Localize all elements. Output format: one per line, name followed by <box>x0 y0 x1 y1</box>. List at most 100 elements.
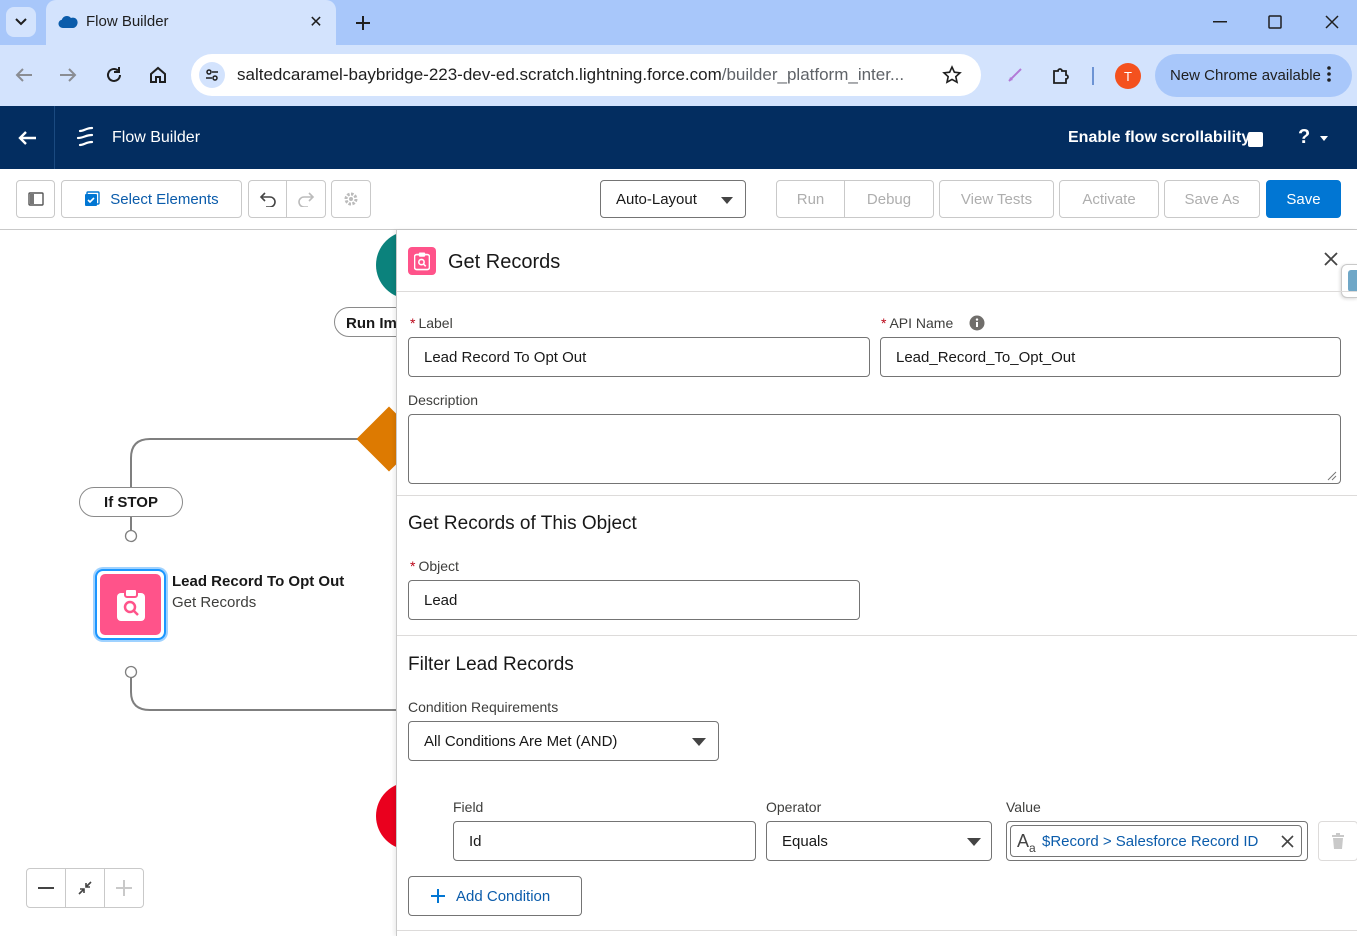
condition-operator-select[interactable]: Equals <box>766 821 992 861</box>
tab-search-button[interactable] <box>6 7 36 37</box>
arrow-left-icon <box>18 131 36 145</box>
run-immediately-pill[interactable]: Run Im <box>334 307 397 337</box>
address-bar[interactable]: saltedcaramel-baybridge-223-dev-ed.scrat… <box>191 54 981 96</box>
value-column-label: Value <box>1006 799 1041 815</box>
layout-select[interactable]: Auto-Layout <box>600 180 746 218</box>
update-label: New Chrome available <box>1170 67 1321 84</box>
close-window-button[interactable] <box>1318 8 1346 36</box>
connector-node[interactable] <box>124 529 138 543</box>
forward-button[interactable] <box>53 60 83 90</box>
minimize-window-button[interactable] <box>1206 8 1234 36</box>
zoom-in-button[interactable] <box>104 868 144 908</box>
contract-icon <box>78 881 92 895</box>
new-tab-button[interactable] <box>350 10 376 36</box>
api-name-label: * API Name <box>881 315 954 331</box>
object-label-text: Object <box>418 558 459 574</box>
save-as-button[interactable]: Save As <box>1164 180 1260 218</box>
toggle-toolbox-button[interactable] <box>16 180 55 218</box>
remove-value-icon[interactable] <box>1281 835 1294 848</box>
end-element-icon[interactable] <box>376 782 397 850</box>
back-to-setup-button[interactable] <box>12 124 42 152</box>
fit-view-button[interactable] <box>65 868 105 908</box>
svg-text:a: a <box>1029 841 1036 854</box>
divider <box>397 291 1357 292</box>
flow-canvas[interactable]: Run Im If STOP Lead Record To Opt Out Ge… <box>0 230 397 936</box>
save-button[interactable]: Save <box>1266 180 1341 218</box>
side-dock-tab[interactable] <box>1341 264 1357 298</box>
home-icon <box>150 66 166 83</box>
arrow-left-icon <box>15 68 32 82</box>
undo-button[interactable] <box>248 180 287 218</box>
url-text: saltedcaramel-baybridge-223-dev-ed.scrat… <box>237 65 937 85</box>
api-name-input-value: Lead_Record_To_Opt_Out <box>896 348 1076 366</box>
settings-button[interactable] <box>331 180 371 218</box>
run-button[interactable]: Run <box>776 180 845 218</box>
divider <box>397 495 1357 496</box>
condition-requirements-label: Condition Requirements <box>408 699 559 715</box>
connector-node[interactable] <box>124 665 138 679</box>
chevron-down-icon <box>967 838 981 846</box>
zoom-out-button[interactable] <box>26 868 66 908</box>
description-textarea[interactable] <box>408 414 1341 484</box>
gear-icon <box>344 192 358 206</box>
view-tests-label: View Tests <box>960 190 1033 208</box>
branch-label-pill[interactable]: If STOP <box>79 487 183 517</box>
object-input-value: Lead <box>424 591 458 609</box>
back-button[interactable] <box>9 60 39 90</box>
condition-field-input[interactable]: Id <box>453 821 756 861</box>
minimize-icon <box>1213 21 1227 23</box>
object-label: * Object <box>410 558 459 574</box>
help-button[interactable]: ? <box>1298 126 1310 149</box>
extension-pen-icon[interactable] <box>1000 60 1030 90</box>
divider <box>397 635 1357 636</box>
extensions-puzzle-icon[interactable] <box>1046 60 1076 90</box>
resize-handle-icon[interactable] <box>1327 471 1337 481</box>
api-name-input[interactable]: Lead_Record_To_Opt_Out <box>880 337 1341 377</box>
select-elements-button[interactable]: Select Elements <box>61 180 242 218</box>
app-title: Flow Builder <box>112 129 201 146</box>
toolbar-divider <box>1092 67 1094 85</box>
arrow-right-icon <box>60 68 77 82</box>
decision-element-icon[interactable] <box>356 406 397 472</box>
site-info-icon[interactable] <box>199 62 225 88</box>
condition-requirements-select[interactable]: All Conditions Are Met (AND) <box>408 721 719 761</box>
help-caret-icon[interactable] <box>1320 136 1328 141</box>
condition-field-value: Id <box>469 832 482 850</box>
home-button[interactable] <box>143 60 173 90</box>
activate-button[interactable]: Activate <box>1059 180 1159 218</box>
start-element-icon[interactable] <box>376 231 397 299</box>
browser-tab-strip: Flow Builder ✕ <box>0 0 1357 45</box>
add-condition-button[interactable]: Add Condition <box>408 876 582 916</box>
url-path: /builder_platform_inter... <box>721 65 905 84</box>
close-tab-icon[interactable]: ✕ <box>304 10 328 34</box>
value-pill[interactable]: Aa $Record > Salesforce Record ID <box>1010 825 1302 857</box>
object-section-title: Get Records of This Object <box>408 513 637 534</box>
browser-tab[interactable]: Flow Builder ✕ <box>46 0 336 45</box>
node-title: Lead Record To Opt Out <box>172 573 345 590</box>
panel-left-icon <box>27 192 44 206</box>
scrollability-checkbox[interactable] <box>1248 132 1263 147</box>
condition-value-input[interactable]: Aa $Record > Salesforce Record ID <box>1006 821 1308 861</box>
redo-button[interactable] <box>286 180 326 218</box>
clipboard-search-icon <box>414 252 430 271</box>
label-input[interactable]: Lead Record To Opt Out <box>408 337 870 377</box>
close-panel-button[interactable] <box>1324 252 1342 270</box>
panel-title: Get Records <box>448 251 561 273</box>
builder-toolbar: Select Elements Auto-Layout Run Debug Vi… <box>0 169 1357 230</box>
get-records-node[interactable] <box>95 569 166 640</box>
info-icon[interactable] <box>969 315 985 331</box>
connector-line <box>130 678 397 711</box>
object-input[interactable]: Lead <box>408 580 860 620</box>
maximize-window-button[interactable] <box>1261 8 1289 36</box>
debug-button[interactable]: Debug <box>844 180 934 218</box>
profile-avatar[interactable]: T <box>1115 63 1141 89</box>
new-chrome-available-button[interactable]: New Chrome available <box>1155 54 1352 97</box>
description-label: Description <box>408 392 479 408</box>
tab-title: Flow Builder <box>86 13 169 30</box>
panel-element-icon <box>408 247 436 275</box>
bookmark-star-icon[interactable] <box>939 62 965 88</box>
delete-condition-button[interactable] <box>1318 821 1357 861</box>
reload-button[interactable] <box>99 60 129 90</box>
view-tests-button[interactable]: View Tests <box>939 180 1054 218</box>
trash-icon <box>1332 833 1344 849</box>
